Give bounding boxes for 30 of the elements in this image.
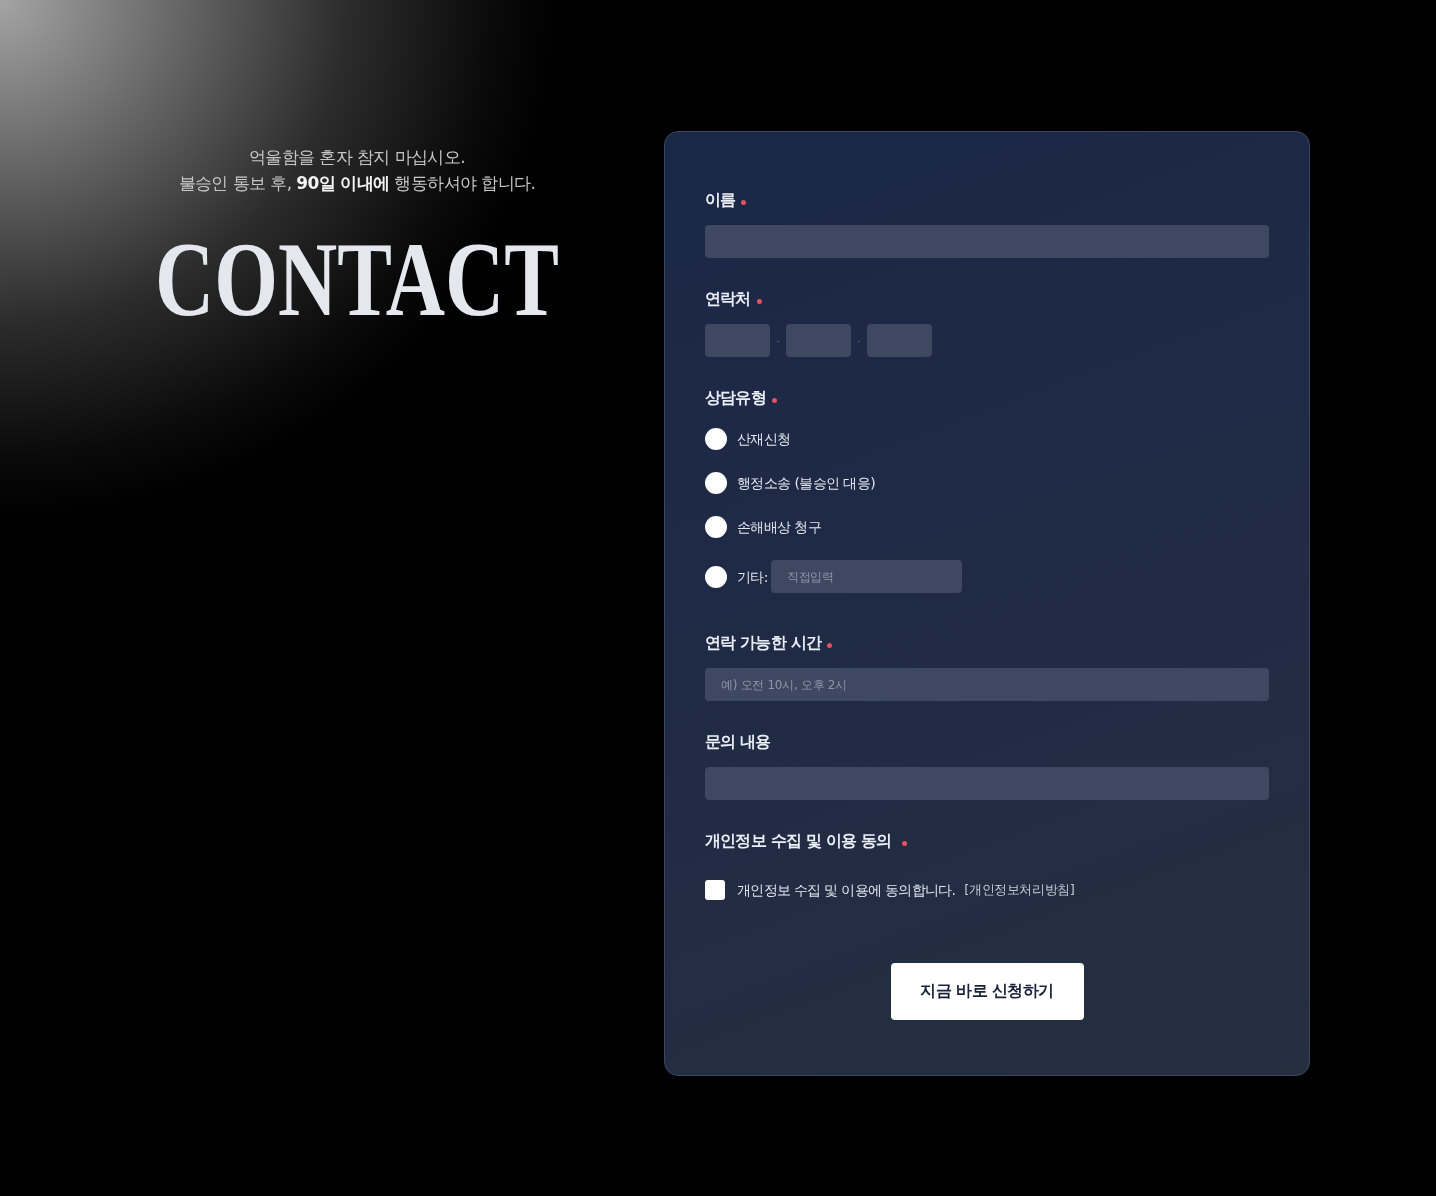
phone-input[interactable] [867,324,932,357]
consent-text: 개인정보 수집 및 이용에 동의합니다. [737,881,956,900]
option-label: 행정소송 (불승인 대응) [737,474,876,493]
field-label: 상담유형 [705,388,766,408]
option-label: 손해배상 청구 [737,518,822,537]
field-label: 연락 가능한 시간 [705,633,821,653]
text-input[interactable] [705,767,1269,800]
other-input[interactable]: 직접입력 [770,560,962,593]
contact-heading: CONTACT [154,228,560,332]
field-label: 개인정보 수집 및 이용 동의 [705,831,892,851]
radio-button[interactable] [705,565,727,588]
tagline-text: 억울함을 혼자 참지 마십시오. [249,146,465,169]
submit-button[interactable]: 지금 바로 신청하기 [890,963,1084,1020]
field-label: 연락처 [705,289,751,309]
text-input[interactable] [705,225,1269,258]
radio-button[interactable] [705,428,727,450]
field-label: 이름 [705,190,736,210]
consent-checkbox[interactable] [705,880,725,900]
option-label: 산재신청 [737,430,791,449]
radio-button[interactable] [705,472,727,494]
field-label: 문의 내용 [705,732,771,752]
text-input[interactable]: 예) 오전 10시, 오후 2시 [705,668,1269,701]
radio-button[interactable] [705,516,727,538]
phone-separator: - [776,335,780,346]
phone-separator: - [857,335,861,346]
phone-input[interactable] [705,324,770,357]
option-label: 기타: [737,567,768,587]
tagline-text: 불승인 통보 후, 90일 이내에 행동하셔야 합니다. [178,172,536,195]
phone-input[interactable] [786,324,851,357]
privacy-policy-link[interactable]: [개인정보처리방침] [964,881,1075,899]
